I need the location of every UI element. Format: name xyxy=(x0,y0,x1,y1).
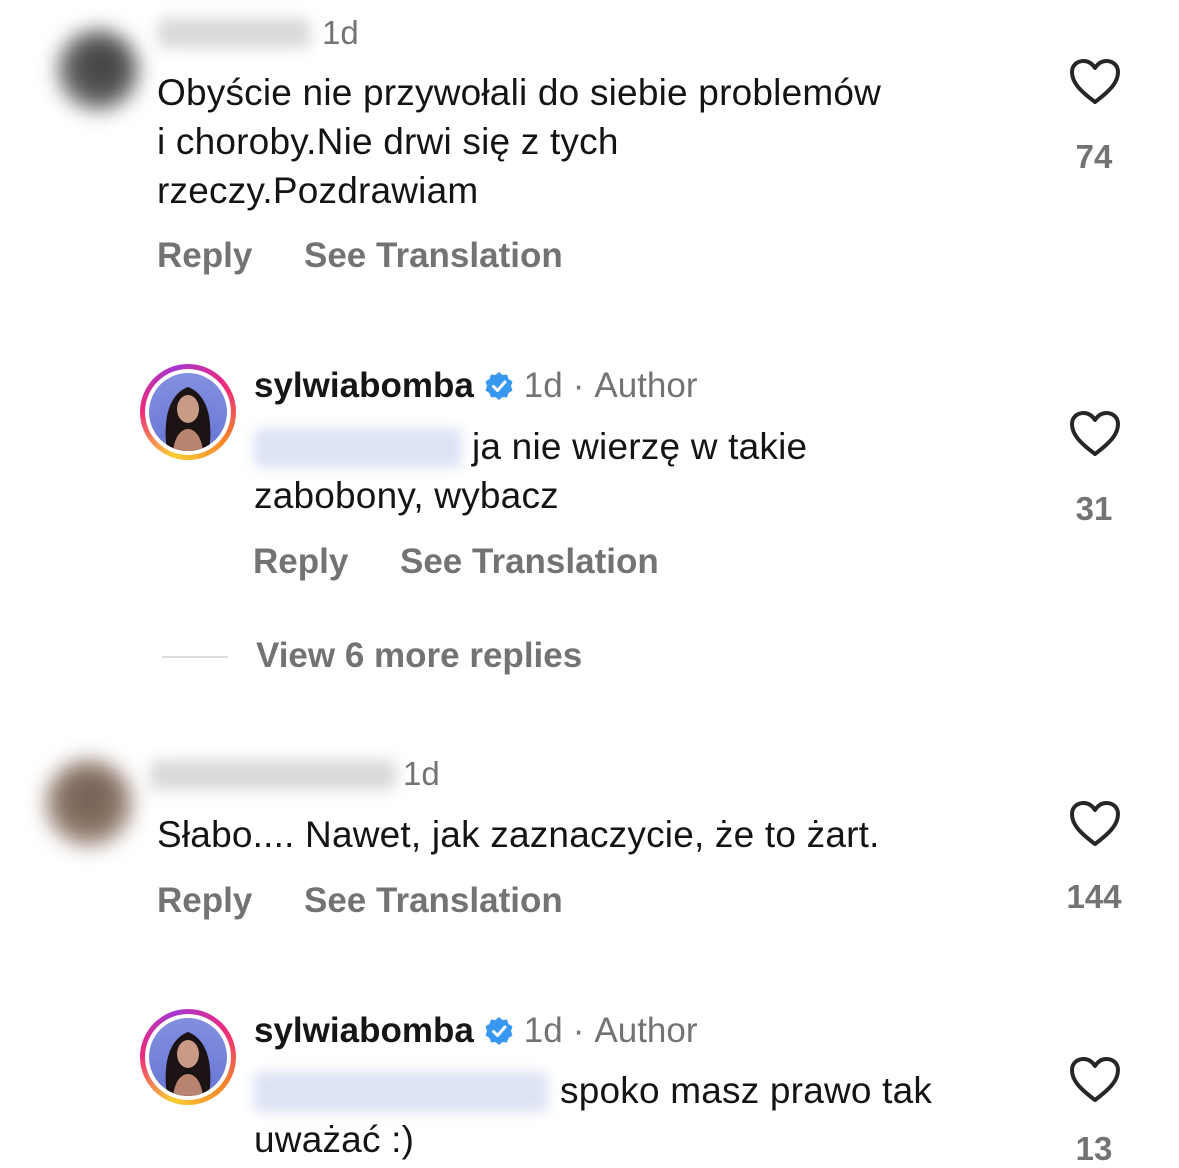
commenter-username-redacted[interactable] xyxy=(150,760,396,790)
reply-text-line: spoko masz prawo tak xyxy=(560,1070,933,1111)
meta-separator: · xyxy=(572,366,585,405)
comment-text: Słabo.... Nawet, jak zaznaczycie, że to … xyxy=(157,810,1037,859)
reply-text-line: uważać :) xyxy=(254,1119,415,1160)
comment-time: 1d xyxy=(322,14,359,51)
reply-button[interactable]: Reply xyxy=(253,542,348,582)
reply-header: sylwiabomba 1d · Author xyxy=(254,366,698,406)
like-count: 144 xyxy=(1066,878,1122,915)
heart-icon[interactable] xyxy=(1069,1056,1121,1104)
see-translation-button[interactable]: See Translation xyxy=(400,542,659,582)
reply-text-line: ja nie wierzę w takie xyxy=(472,426,808,467)
commenter-avatar[interactable] xyxy=(46,760,132,846)
reply-text-line: zabobony, wybacz xyxy=(254,475,559,516)
author-avatar[interactable] xyxy=(140,364,236,460)
reply-time: 1d xyxy=(523,1011,563,1050)
view-more-replies-button[interactable]: View 6 more replies xyxy=(256,636,582,676)
like-count: 13 xyxy=(1075,1130,1113,1167)
reply-text: spoko masz prawo tak uważać :) xyxy=(254,1066,1034,1164)
heart-icon[interactable] xyxy=(1069,800,1121,848)
author-avatar[interactable] xyxy=(140,1009,236,1105)
comment-time: 1d xyxy=(403,755,440,792)
verified-badge-icon xyxy=(485,1017,513,1045)
author-label: Author xyxy=(594,366,698,405)
reply-time: 1d xyxy=(523,366,563,405)
view-replies-divider xyxy=(162,656,228,658)
author-username[interactable]: sylwiabomba xyxy=(254,1011,474,1051)
heart-icon[interactable] xyxy=(1069,58,1121,106)
like-count: 74 xyxy=(1075,138,1113,175)
comment-text-line: i choroby.Nie drwi się z tych xyxy=(157,121,619,162)
verified-badge-icon xyxy=(485,372,513,400)
reply-button[interactable]: Reply xyxy=(157,881,252,921)
see-translation-button[interactable]: See Translation xyxy=(304,881,563,921)
reply-text: ja nie wierzę w takie zabobony, wybacz xyxy=(254,422,1034,520)
like-count: 31 xyxy=(1075,490,1113,527)
reply-header: sylwiabomba 1d · Author xyxy=(254,1011,698,1051)
commenter-username-redacted[interactable] xyxy=(158,18,310,48)
meta-separator: · xyxy=(572,1011,585,1050)
comment-text: Obyście nie przywołali do siebie problem… xyxy=(157,68,1037,215)
heart-icon[interactable] xyxy=(1069,410,1121,458)
comment-text-line: Obyście nie przywołali do siebie problem… xyxy=(157,72,882,113)
reply-button[interactable]: Reply xyxy=(157,236,252,276)
comment-text-line: Słabo.... Nawet, jak zaznaczycie, że to … xyxy=(157,814,880,855)
author-label: Author xyxy=(594,1011,698,1050)
see-translation-button[interactable]: See Translation xyxy=(304,236,563,276)
comment-text-line: rzeczy.Pozdrawiam xyxy=(157,170,479,211)
commenter-avatar[interactable] xyxy=(58,30,138,110)
author-username[interactable]: sylwiabomba xyxy=(254,366,474,406)
